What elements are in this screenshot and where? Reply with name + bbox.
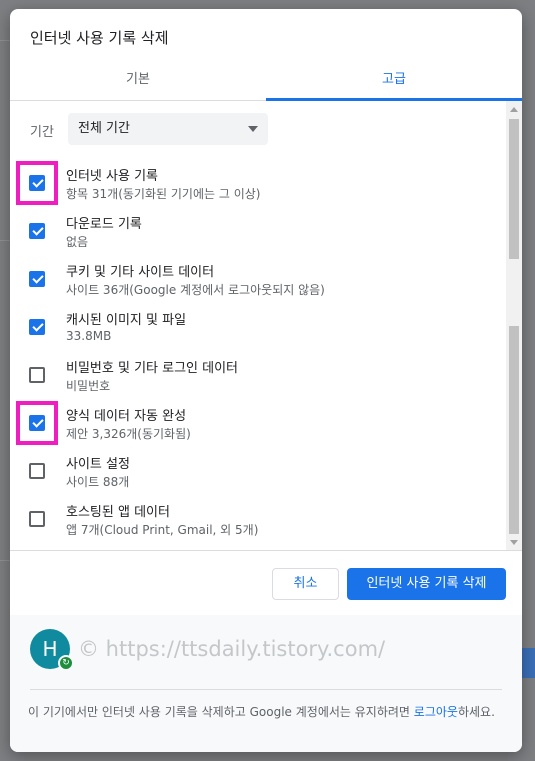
time-range-value: 전체 기간 [78,121,130,136]
footer-divider [30,689,502,690]
scrollbar-thumb-upper[interactable] [509,119,519,259]
option-item[interactable]: 쿠키 및 기타 사이트 데이터사이트 36개(Google 계정에서 로그아웃되… [10,259,506,307]
option-checkbox[interactable] [29,511,45,527]
sign-out-link[interactable]: 로그아웃 [414,705,458,719]
tab-bar: 기본 고급 [10,61,522,101]
option-item[interactable]: 다운로드 기록없음 [10,211,506,259]
option-subtitle: 앱 7개(Cloud Print, Gmail, 외 5개) [66,523,259,537]
option-title: 쿠키 및 기타 사이트 데이터 [66,265,215,280]
option-title: 비밀번호 및 기타 로그인 데이터 [66,361,239,376]
option-title: 호스팅된 앱 데이터 [66,505,170,520]
scroll-up-arrow-icon[interactable] [510,107,518,112]
scrollbar-thumb-lower[interactable] [509,326,519,534]
dropdown-arrow-icon [248,126,258,132]
option-title: 캐시된 이미지 및 파일 [66,313,187,328]
footer-note-text: 이 기기에서만 인터넷 사용 기록을 삭제하고 Google 계정에서는 유지하… [28,705,414,719]
option-subtitle: 사이트 36개(Google 계정에서 로그아웃되지 않음) [66,283,325,297]
option-checkbox[interactable] [29,223,45,239]
option-checkbox[interactable] [29,415,45,431]
option-item[interactable]: 비밀번호 및 기타 로그인 데이터비밀번호 [10,355,506,403]
dialog-footer: H ↻ © https://ttsdaily.tistory.com/ 이 기기… [10,615,522,752]
scroll-down-arrow-icon[interactable] [510,540,518,545]
option-checkbox[interactable] [29,319,45,335]
option-item[interactable]: 사이트 설정사이트 88개 [10,451,506,499]
dialog-title: 인터넷 사용 기록 삭제 [30,29,169,47]
option-subtitle: 제안 3,326개(동기화됨) [66,427,191,441]
option-title: 사이트 설정 [66,457,130,472]
option-subtitle: 항목 31개(동기화된 기기에는 그 이상) [66,187,261,201]
option-title: 인터넷 사용 기록 [66,169,158,184]
option-checkbox[interactable] [29,463,45,479]
option-title: 양식 데이터 자동 완성 [66,409,187,424]
time-range-label: 기간 [30,125,54,140]
time-range-select[interactable]: 전체 기간 [68,113,268,145]
option-item[interactable]: 호스팅된 앱 데이터앱 7개(Cloud Print, Gmail, 외 5개) [10,499,506,547]
option-subtitle: 비밀번호 [66,379,111,393]
option-item[interactable]: 캐시된 이미지 및 파일 33.8MB [10,307,506,355]
options-panel: 기간 전체 기간 인터넷 사용 기록항목 31개(동기화된 기기에는 그 이상)… [10,101,522,551]
option-checkbox[interactable] [29,367,45,383]
sync-icon: ↻ [58,655,74,671]
cancel-button[interactable]: 취소 [272,568,339,600]
option-subtitle: 사이트 88개 [66,475,130,489]
scrollbar[interactable] [506,101,522,550]
clear-data-button[interactable]: 인터넷 사용 기록 삭제 [347,568,506,600]
option-checkbox[interactable] [29,175,45,191]
option-item[interactable]: 인터넷 사용 기록항목 31개(동기화된 기기에는 그 이상) [10,161,506,211]
footer-note-suffix: 하세요. [457,705,495,719]
option-title: 다운로드 기록 [66,217,142,232]
option-subtitle: 없음 [66,235,89,249]
clear-browsing-data-dialog: 인터넷 사용 기록 삭제 기본 고급 기간 전체 기간 인터넷 사용 기록항목 … [10,9,522,752]
footer-note: 이 기기에서만 인터넷 사용 기록을 삭제하고 Google 계정에서는 유지하… [28,702,506,722]
option-subtitle: 33.8MB [66,329,112,343]
watermark: © https://ttsdaily.tistory.com/ [78,637,386,661]
option-checkbox[interactable] [29,271,45,287]
tab-advanced[interactable]: 고급 [266,61,522,101]
bg-button-fragment [521,648,535,678]
option-item[interactable]: 양식 데이터 자동 완성제안 3,326개(동기화됨) [10,401,506,451]
tab-basic[interactable]: 기본 [10,61,266,100]
